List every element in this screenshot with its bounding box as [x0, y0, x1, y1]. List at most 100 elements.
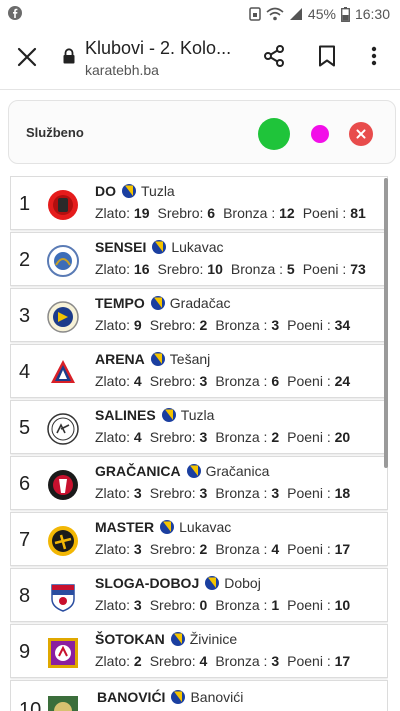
- close-icon[interactable]: [14, 44, 40, 70]
- bih-flag-icon: [152, 240, 167, 254]
- club-row[interactable]: 8 SLOGA-DOBOJ Doboj Zlato: 3 Srebro: 0 Bro…: [10, 568, 388, 622]
- rank: 4: [19, 361, 31, 383]
- points-label: Poeni: [287, 541, 323, 557]
- more-vert-icon[interactable]: [364, 44, 384, 68]
- gold-count: 4: [133, 373, 142, 389]
- club-row[interactable]: 9 ŠOTOKAN Živinice Zlato: 2 Srebro: 4 Bron…: [10, 624, 388, 678]
- points-label: Poeni: [302, 261, 339, 277]
- club-list: 1 DO Tuzla Zlato: 19 Srebro: 6 Bronza : 12…: [10, 176, 388, 711]
- silver-count: 2: [199, 317, 208, 333]
- banovici-logo: [48, 696, 78, 711]
- club-row[interactable]: 10 BANOVIĆI Banovići: [10, 680, 388, 711]
- silver-count: 10: [207, 261, 223, 277]
- clear-filter-button[interactable]: [349, 122, 373, 146]
- rank: 3: [19, 305, 31, 327]
- club-stats: Zlato: 4 Srebro: 3 Bronza : 2 Poeni : 20: [95, 429, 351, 445]
- points-label: Poeni: [302, 205, 339, 221]
- club-row[interactable]: 2 SENSEI Lukavac Zlato: 16 Srebro: 10 Bron…: [10, 232, 388, 286]
- sloga-logo: [51, 584, 75, 612]
- silver-label: Srebro: [157, 205, 200, 221]
- rank: 9: [19, 641, 31, 663]
- gold-label: Zlato: [95, 485, 127, 501]
- gold-count: 3: [133, 485, 142, 501]
- club-city: Živinice: [189, 631, 238, 647]
- status-bar: 45% 16:30: [0, 0, 400, 28]
- salines-logo: [47, 413, 79, 445]
- browser-toolbar: Klubovi - 2. Kolo... karatebh.ba: [0, 28, 400, 90]
- club-row[interactable]: 6 GRAČANICA Gračanica Zlato: 3 Srebro: 3B…: [10, 456, 388, 510]
- club-city: Banovići: [190, 689, 244, 705]
- silver-label: Srebro: [149, 653, 192, 669]
- silver-count: 6: [207, 205, 216, 221]
- points-count: 18: [334, 485, 351, 501]
- club-stats: Zlato: 4 Srebro: 3 Bronza : 6 Poeni : 24: [95, 373, 351, 389]
- club-stats: Zlato: 3 Srebro: 0 Bronza : 1 Poeni : 10: [95, 597, 351, 613]
- points-label: Poeni: [287, 653, 323, 669]
- bookmark-icon[interactable]: [315, 44, 339, 68]
- club-stats: Zlato: 2 Srebro: 4 Bronza : 3 Poeni : 17: [95, 653, 351, 669]
- club-row[interactable]: 5 SALINES Tuzla Zlato: 4 Srebro: 3 Bronza …: [10, 400, 388, 454]
- gold-count: 19: [133, 205, 150, 221]
- bronze-count: 2: [271, 429, 280, 445]
- bih-flag-icon: [150, 296, 165, 310]
- clock: 16:30: [354, 6, 390, 22]
- gold-label: Zlato: [95, 653, 127, 669]
- club-city: Tuzla: [180, 407, 215, 423]
- club-name: GRAČANICA: [95, 463, 181, 479]
- bronze-count: 12: [279, 205, 295, 221]
- do-logo: [48, 190, 78, 220]
- club-row[interactable]: 3 TEMPO Gradačac Zlato: 9 Srebro: 2 Bronza…: [10, 288, 388, 342]
- points-count: 20: [334, 429, 351, 445]
- silver-count: 3: [199, 485, 208, 501]
- silver-count: 2: [199, 541, 208, 557]
- club-name: MASTER: [95, 519, 155, 535]
- club-row[interactable]: 4 ARENA Tešanj Zlato: 4 Srebro: 3 Bronza :…: [10, 344, 388, 398]
- club-city: Lukavac: [171, 239, 224, 255]
- bih-flag-icon: [122, 184, 136, 198]
- page-title: Klubovi - 2. Kolo...: [85, 38, 232, 58]
- battery-percent: 45%: [307, 6, 336, 22]
- bronze-count: 1: [271, 597, 280, 613]
- club-stats: Zlato: 19 Srebro: 6 Bronza : 12 Poeni : 81: [95, 205, 366, 221]
- bronze-label: Bronza: [215, 429, 260, 445]
- sotokan-logo: [48, 638, 78, 668]
- silver-label: Srebro: [149, 317, 192, 333]
- gold-count: 4: [133, 429, 142, 445]
- silver-label: Srebro: [149, 485, 192, 501]
- club-city: Tešanj: [169, 351, 211, 367]
- filter-card: Službeno: [8, 100, 396, 164]
- points-label: Poeni: [287, 317, 323, 333]
- silver-count: 0: [199, 597, 208, 613]
- green-filter-dot[interactable]: [258, 118, 290, 150]
- club-row[interactable]: 7 MASTER Lukavac Zlato: 3 Srebro: 2 Bronza…: [10, 512, 388, 566]
- bronze-label: Bronza: [230, 261, 276, 277]
- share-icon[interactable]: [262, 44, 286, 68]
- gold-label: Zlato: [95, 261, 127, 277]
- bih-flag-icon: [150, 352, 165, 366]
- scrollbar[interactable]: [384, 178, 388, 468]
- rank: 8: [19, 585, 31, 607]
- points-count: 17: [334, 653, 351, 669]
- magenta-filter-dot[interactable]: [311, 125, 329, 143]
- gold-count: 2: [133, 653, 142, 669]
- club-name: SENSEI: [95, 239, 147, 255]
- gold-label: Zlato: [95, 205, 127, 221]
- points-label: Poeni: [287, 597, 323, 613]
- gold-count: 9: [133, 317, 142, 333]
- silver-label: Srebro: [157, 261, 200, 277]
- bronze-count: 5: [286, 261, 295, 277]
- bronze-label: Bronza: [215, 653, 260, 669]
- bronze-count: 6: [271, 373, 280, 389]
- points-label: Poeni: [287, 429, 323, 445]
- points-count: 24: [334, 373, 351, 389]
- club-name: SLOGA-DOBOJ: [95, 575, 200, 591]
- points-count: 34: [334, 317, 351, 333]
- club-stats: Zlato: 9 Srebro: 2 Bronza : 3 Poeni : 34: [95, 317, 351, 333]
- points-count: 81: [350, 205, 366, 221]
- silver-count: 4: [199, 653, 208, 669]
- club-stats: Zlato: 3 Srebro: 3 Bronza : 3 Poeni : 18: [95, 485, 351, 501]
- club-row[interactable]: 1 DO Tuzla Zlato: 19 Srebro: 6 Bronza : 12…: [10, 176, 388, 230]
- gold-label: Zlato: [95, 597, 127, 613]
- silver-count: 3: [199, 373, 208, 389]
- bronze-label: Bronza: [215, 541, 260, 557]
